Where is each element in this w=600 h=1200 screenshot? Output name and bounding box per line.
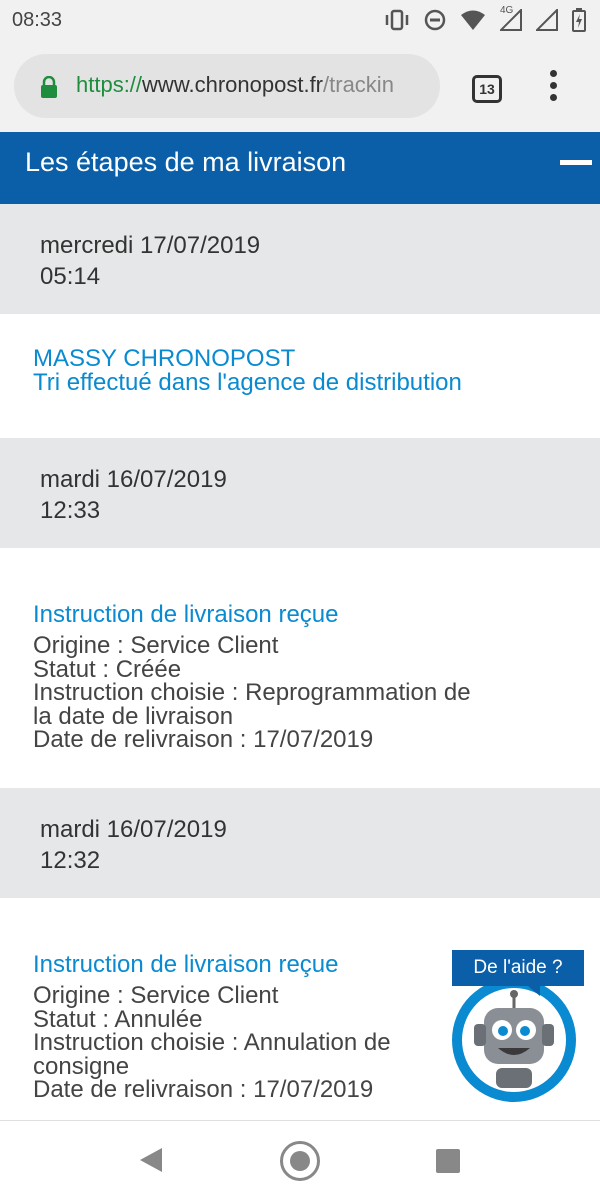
status-bar: 08:33 4G (0, 0, 600, 44)
section-title: Les étapes de ma livraison (25, 147, 347, 177)
event-title: Instruction de livraison reçue (33, 601, 339, 628)
event-date: mardi 16/07/2019 (40, 466, 227, 493)
event-title: Instruction de livraison reçue (33, 951, 339, 978)
battery-icon (572, 8, 586, 37)
event-details: Origine : Service Client Statut : Créée … (33, 634, 573, 752)
event-date-block: mercredi 17/07/2019 05:14 (0, 204, 600, 314)
event-detail-line: Origine : Service Client (33, 632, 279, 659)
do-not-disturb-icon (424, 9, 446, 36)
event-datetime: mardi 16/07/2019 12:32 (40, 814, 227, 876)
address-bar[interactable]: https://www.chronopost.fr/trackin (14, 54, 440, 118)
event-content-block: MASSY CHRONOPOST Tri effectué dans l'age… (0, 314, 600, 438)
event-description: Tri effectué dans l'agence de distributi… (33, 369, 462, 396)
event-time: 12:32 (40, 847, 101, 874)
event-detail-line: Date de relivraison : 17/07/2019 (33, 726, 374, 753)
home-icon[interactable] (280, 1141, 320, 1181)
event-detail-line: Instruction choisie : Reprogrammation de (33, 679, 471, 706)
lock-icon (40, 75, 58, 98)
system-nav-bar (0, 1120, 600, 1200)
event-date: mercredi 17/07/2019 (40, 232, 261, 259)
url-text: https://www.chronopost.fr/trackin (76, 72, 394, 98)
tab-switcher-button[interactable]: 13 (472, 75, 502, 103)
signal-icon (534, 7, 558, 36)
event-time: 12:33 (40, 497, 101, 524)
status-icons: 4G (384, 5, 586, 37)
back-icon[interactable] (138, 1146, 164, 1179)
event-detail-line: Statut : Créée (33, 655, 182, 683)
url-path: /trackin (323, 72, 394, 97)
event-content-block: Instruction de livraison reçue Origine :… (0, 548, 600, 788)
event-time: 05:14 (40, 263, 101, 290)
help-chatbot-button[interactable] (452, 978, 576, 1102)
url-host: www.chronopost.fr (142, 72, 324, 97)
collapse-icon[interactable] (560, 160, 592, 165)
event-location: MASSY CHRONOPOST (33, 345, 296, 372)
url-scheme: https:// (76, 72, 143, 97)
delivery-steps-header[interactable]: Les étapes de ma livraison (0, 132, 600, 204)
event-title: MASSY CHRONOPOST Tri effectué dans l'age… (33, 347, 462, 395)
event-datetime: mardi 16/07/2019 12:33 (40, 464, 227, 526)
event-date: mardi 16/07/2019 (40, 816, 227, 843)
event-detail-line: la date de livraison (33, 702, 234, 730)
help-label-bubble[interactable]: De l'aide ? (452, 950, 584, 996)
recent-apps-icon[interactable] (436, 1149, 460, 1173)
event-date-block: mardi 16/07/2019 12:33 (0, 438, 600, 548)
wifi-icon (460, 9, 486, 36)
robot-avatar-icon (462, 988, 566, 1092)
status-time: 08:33 (12, 9, 63, 31)
overflow-menu-icon[interactable] (548, 70, 558, 106)
event-date-block: mardi 16/07/2019 12:32 (0, 788, 600, 898)
network-type: 4G (498, 5, 522, 36)
browser-toolbar: https://www.chronopost.fr/trackin 13 (0, 44, 600, 132)
event-datetime: mercredi 17/07/2019 05:14 (40, 230, 260, 292)
network-label: 4G (500, 5, 514, 16)
vibrate-icon (384, 9, 410, 36)
